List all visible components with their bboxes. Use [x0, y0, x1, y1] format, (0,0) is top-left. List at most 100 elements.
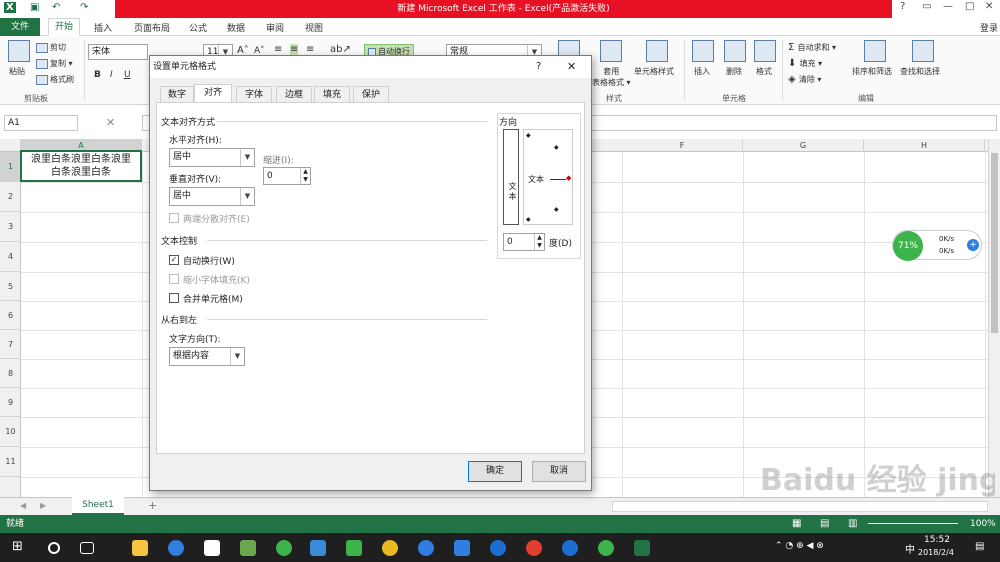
video-player-icon[interactable]	[310, 540, 326, 556]
row-header[interactable]: 5	[0, 272, 21, 301]
cancel-formula-icon[interactable]: ✕	[106, 116, 115, 129]
zoom-level[interactable]: 100%	[970, 515, 996, 533]
page-break-view-icon[interactable]: ▥	[848, 515, 857, 533]
ime-indicator[interactable]: 中	[905, 541, 915, 556]
next-sheet-icon[interactable]: ▶	[40, 501, 46, 510]
distributed-checkbox[interactable]	[169, 213, 179, 223]
find-select-button[interactable]: 查找和选择	[900, 66, 940, 77]
tab-file[interactable]: 文件	[0, 18, 40, 36]
cut-button[interactable]: 剪切	[36, 42, 66, 53]
plus-icon[interactable]: +	[967, 239, 979, 251]
sort-filter-icon[interactable]	[864, 40, 886, 62]
column-header-g[interactable]: G	[743, 139, 864, 152]
file-explorer-icon[interactable]	[132, 540, 148, 556]
insert-cells-icon[interactable]	[692, 40, 714, 62]
clear-button[interactable]: ◈ 清除 ▾	[788, 74, 821, 85]
add-sheet-button[interactable]: +	[148, 499, 157, 512]
spinner-arrows-icon[interactable]: ▲ ▼	[534, 234, 544, 250]
text-direction-select[interactable]: 根据内容 ▼	[169, 347, 245, 366]
copy-button[interactable]: 复制 ▾	[36, 58, 73, 69]
autosum-button[interactable]: Σ 自动求和 ▾	[788, 42, 836, 53]
row-header[interactable]: 10	[0, 417, 21, 447]
sheet-tab-sheet1[interactable]: Sheet1	[72, 497, 124, 515]
underline-button[interactable]: U	[124, 70, 131, 80]
tab-review[interactable]: 审阅	[266, 21, 284, 34]
help-button[interactable]: ?	[900, 1, 905, 12]
document-icon[interactable]	[204, 540, 220, 556]
tray-icons[interactable]: ⌃ ◔ ⊕ ◀ ⊗	[775, 541, 824, 551]
merge-cells-checkbox[interactable]	[169, 293, 179, 303]
name-box[interactable]: A1	[4, 115, 78, 131]
app-icon[interactable]	[490, 540, 506, 556]
zoom-slider[interactable]	[868, 523, 958, 524]
orientation-icon[interactable]: ab↗	[330, 44, 351, 55]
row-header[interactable]: 3	[0, 212, 21, 242]
degree-spinner[interactable]: 0 ▲ ▼	[503, 233, 545, 251]
column-header-h[interactable]: H	[864, 139, 985, 152]
cell-a1[interactable]: 浪里白条浪里白条浪里 白条浪里白条	[20, 150, 142, 182]
wrap-text-checkbox[interactable]: ✓	[169, 255, 179, 265]
column-header-f[interactable]: F	[622, 139, 743, 152]
orientation-dial[interactable]: 文本 ◆ ◆ ◆ ◆ ◆	[523, 129, 573, 225]
weibo-icon[interactable]	[526, 540, 542, 556]
italic-button[interactable]: I	[110, 70, 113, 80]
tab-protection[interactable]: 保护	[353, 86, 389, 103]
align-middle-icon[interactable]: ≡	[290, 44, 299, 55]
security-app-icon[interactable]	[276, 540, 292, 556]
vertical-scrollbar[interactable]	[988, 139, 1000, 497]
prev-sheet-icon[interactable]: ◀	[20, 501, 26, 510]
delete-button[interactable]: 删除	[726, 66, 742, 77]
paint-icon[interactable]	[240, 540, 256, 556]
align-top-icon[interactable]: ≡	[274, 44, 282, 55]
save-icon[interactable]: ▣	[30, 2, 39, 13]
wechat-icon[interactable]	[598, 540, 614, 556]
iqiyi-icon[interactable]	[346, 540, 362, 556]
table-format-button[interactable]: 套用 表格格式 ▾	[592, 66, 631, 88]
clock-time[interactable]: 15:52	[924, 535, 950, 545]
sort-filter-button[interactable]: 排序和筛选	[852, 66, 892, 77]
scrollbar-thumb[interactable]	[991, 153, 998, 333]
paste-button[interactable]: 粘贴	[9, 66, 25, 77]
network-speed-widget[interactable]: 71% 0K/s 0K/s +	[892, 230, 982, 261]
browser-icon[interactable]	[168, 540, 184, 556]
tab-font[interactable]: 字体	[236, 86, 272, 103]
app-icon[interactable]	[418, 540, 434, 556]
format-button[interactable]: 格式	[756, 66, 772, 77]
vertical-text-button[interactable]: 文本	[503, 129, 519, 225]
app-icon[interactable]	[382, 540, 398, 556]
task-view-icon[interactable]	[80, 542, 94, 554]
row-header[interactable]: 6	[0, 301, 21, 330]
tab-number[interactable]: 数字	[160, 86, 194, 103]
row-header[interactable]: 11	[0, 447, 21, 477]
row-header[interactable]: 1	[0, 152, 21, 182]
notification-icon[interactable]: ▤	[975, 541, 984, 552]
find-binoculars-icon[interactable]	[912, 40, 934, 62]
row-header[interactable]: 9	[0, 388, 21, 417]
tab-formulas[interactable]: 公式	[189, 21, 207, 34]
tab-border[interactable]: 边框	[276, 86, 312, 103]
tab-page-layout[interactable]: 页面布局	[134, 21, 170, 34]
row-header[interactable]: 8	[0, 359, 21, 388]
clock-date[interactable]: 2018/2/4	[918, 548, 954, 557]
bold-button[interactable]: B	[94, 70, 101, 80]
ok-button[interactable]: 确定	[468, 461, 522, 482]
row-header[interactable]: 2	[0, 182, 21, 212]
row-header[interactable]: 7	[0, 330, 21, 359]
ie-icon[interactable]	[562, 540, 578, 556]
select-all-corner[interactable]	[0, 139, 21, 152]
horizontal-align-select[interactable]: 居中 ▼	[169, 148, 255, 167]
app-icon[interactable]	[454, 540, 470, 556]
vertical-align-select[interactable]: 居中 ▼	[169, 187, 255, 206]
dialog-help-button[interactable]: ?	[536, 56, 541, 78]
delete-cells-icon[interactable]	[724, 40, 746, 62]
redo-icon[interactable]: ↷	[80, 2, 88, 13]
restore-button[interactable]: □	[965, 1, 974, 12]
login-link[interactable]: 登录	[980, 21, 998, 34]
cancel-button[interactable]: 取消	[532, 461, 586, 482]
cell-styles-icon[interactable]	[646, 40, 668, 62]
paste-icon[interactable]	[8, 40, 30, 62]
format-cells-icon[interactable]	[754, 40, 776, 62]
ribbon-options-icon[interactable]: ▭	[922, 1, 931, 12]
dialog-close-button[interactable]: ✕	[567, 56, 576, 78]
tab-alignment[interactable]: 对齐	[194, 84, 232, 103]
